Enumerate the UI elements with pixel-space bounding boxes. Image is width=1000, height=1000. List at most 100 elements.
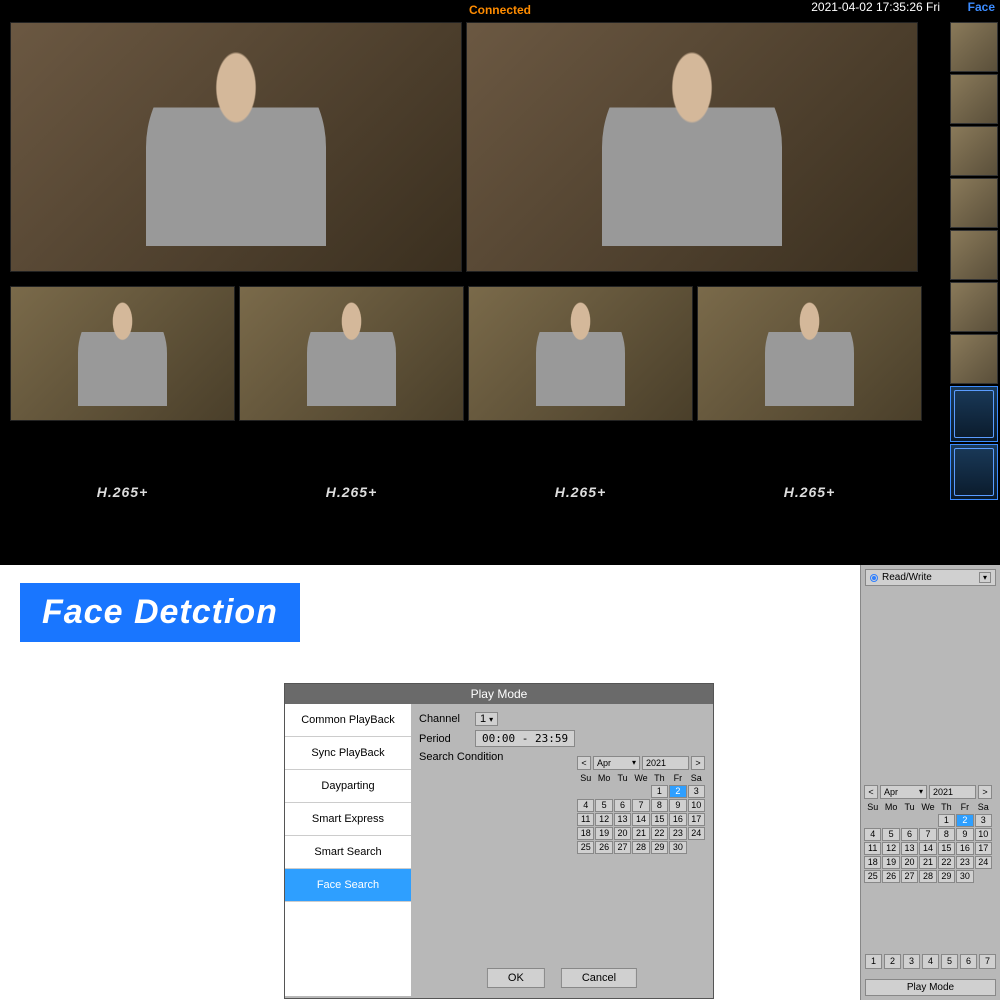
- cal-next-button[interactable]: >: [691, 756, 705, 770]
- face-scan-icon[interactable]: [950, 444, 998, 500]
- channel-box[interactable]: 5: [941, 954, 958, 969]
- cal-day[interactable]: 18: [577, 827, 594, 840]
- cal-day[interactable]: 19: [595, 827, 612, 840]
- cal-day[interactable]: 10: [688, 799, 705, 812]
- cal-day[interactable]: 21: [919, 856, 936, 869]
- cal-day[interactable]: 12: [882, 842, 899, 855]
- face-thumb[interactable]: [950, 22, 998, 72]
- face-thumb[interactable]: [950, 334, 998, 384]
- cal-day[interactable]: 23: [956, 856, 973, 869]
- cal-day[interactable]: 20: [901, 856, 918, 869]
- cal-day[interactable]: 13: [614, 813, 631, 826]
- cal-day[interactable]: 18: [864, 856, 881, 869]
- cal-prev-button[interactable]: <: [577, 756, 591, 770]
- cal-day[interactable]: 25: [864, 870, 881, 883]
- camera-slot-10[interactable]: H.265+: [697, 434, 922, 549]
- cal-day[interactable]: 7: [919, 828, 936, 841]
- camera-feed-1[interactable]: [10, 22, 462, 272]
- channel-box[interactable]: 1: [865, 954, 882, 969]
- cal-day[interactable]: 27: [614, 841, 631, 854]
- face-mode-label[interactable]: Face: [968, 0, 995, 14]
- cal-day[interactable]: 17: [688, 813, 705, 826]
- tab-smart-express[interactable]: Smart Express: [285, 803, 411, 836]
- tab-sync-playback[interactable]: Sync PlayBack: [285, 737, 411, 770]
- cal-day[interactable]: 7: [632, 799, 649, 812]
- cal-day[interactable]: 29: [938, 870, 955, 883]
- cal-day[interactable]: 28: [919, 870, 936, 883]
- cal-day[interactable]: 28: [632, 841, 649, 854]
- cal-day[interactable]: 1: [651, 785, 668, 798]
- cal-day[interactable]: 27: [901, 870, 918, 883]
- cal-day[interactable]: 8: [651, 799, 668, 812]
- cal-day[interactable]: 30: [956, 870, 973, 883]
- channel-box[interactable]: 3: [903, 954, 920, 969]
- cal-day[interactable]: 17: [975, 842, 992, 855]
- cal-day[interactable]: 11: [864, 842, 881, 855]
- cancel-button[interactable]: Cancel: [561, 968, 637, 988]
- cal-day[interactable]: 8: [938, 828, 955, 841]
- cal-day[interactable]: 1: [938, 814, 955, 827]
- cal-day[interactable]: 4: [577, 799, 594, 812]
- cal-day[interactable]: 6: [614, 799, 631, 812]
- cal-day[interactable]: 22: [651, 827, 668, 840]
- cal-day[interactable]: 9: [956, 828, 973, 841]
- cal-prev-button[interactable]: <: [864, 785, 878, 799]
- channel-box[interactable]: 6: [960, 954, 977, 969]
- tab-face-search[interactable]: Face Search: [285, 869, 411, 902]
- cal-day[interactable]: 10: [975, 828, 992, 841]
- period-input[interactable]: 00:00 - 23:59: [475, 730, 575, 747]
- cal-day[interactable]: 15: [651, 813, 668, 826]
- cal-day[interactable]: 15: [938, 842, 955, 855]
- channel-box[interactable]: 2: [884, 954, 901, 969]
- cal-day[interactable]: 21: [632, 827, 649, 840]
- cal-day[interactable]: 11: [577, 813, 594, 826]
- cal-day[interactable]: 20: [614, 827, 631, 840]
- channel-box[interactable]: 7: [979, 954, 996, 969]
- cal-day[interactable]: 23: [669, 827, 686, 840]
- cal-next-button[interactable]: >: [978, 785, 992, 799]
- cal-day[interactable]: 26: [882, 870, 899, 883]
- cal-day[interactable]: 14: [919, 842, 936, 855]
- camera-feed-3[interactable]: [10, 286, 235, 421]
- cal-day[interactable]: 4: [864, 828, 881, 841]
- cal-day[interactable]: 19: [882, 856, 899, 869]
- camera-feed-2[interactable]: [466, 22, 918, 272]
- readwrite-select[interactable]: Read/Write ▾: [865, 569, 996, 586]
- cal-day[interactable]: 6: [901, 828, 918, 841]
- cal-day[interactable]: 2: [669, 785, 686, 798]
- cal-day[interactable]: 26: [595, 841, 612, 854]
- cal-day[interactable]: 5: [595, 799, 612, 812]
- cal-day[interactable]: 13: [901, 842, 918, 855]
- cal-month-select[interactable]: Apr▾: [880, 785, 927, 799]
- cal-day[interactable]: 3: [975, 814, 992, 827]
- face-thumb[interactable]: [950, 126, 998, 176]
- cal-day[interactable]: 3: [688, 785, 705, 798]
- face-scan-icon[interactable]: [950, 386, 998, 442]
- cal-day[interactable]: 9: [669, 799, 686, 812]
- cal-year-select[interactable]: 2021: [642, 756, 689, 770]
- camera-feed-5[interactable]: [468, 286, 693, 421]
- face-thumb[interactable]: [950, 282, 998, 332]
- cal-day[interactable]: 5: [882, 828, 899, 841]
- cal-day[interactable]: 14: [632, 813, 649, 826]
- cal-day[interactable]: 30: [669, 841, 686, 854]
- tab-dayparting[interactable]: Dayparting: [285, 770, 411, 803]
- cal-month-select[interactable]: Apr▾: [593, 756, 640, 770]
- cal-year-select[interactable]: 2021: [929, 785, 976, 799]
- cal-day[interactable]: 24: [975, 856, 992, 869]
- cal-day[interactable]: 25: [577, 841, 594, 854]
- ok-button[interactable]: OK: [487, 968, 545, 988]
- cal-day[interactable]: 12: [595, 813, 612, 826]
- face-thumb[interactable]: [950, 178, 998, 228]
- cal-day[interactable]: 16: [956, 842, 973, 855]
- camera-slot-7[interactable]: H.265+: [10, 434, 235, 549]
- channel-box[interactable]: 4: [922, 954, 939, 969]
- channel-select[interactable]: 1▾: [475, 712, 498, 726]
- cal-day[interactable]: 16: [669, 813, 686, 826]
- cal-day[interactable]: 24: [688, 827, 705, 840]
- play-mode-label[interactable]: Play Mode: [865, 979, 996, 996]
- face-thumb[interactable]: [950, 230, 998, 280]
- camera-feed-6[interactable]: [697, 286, 922, 421]
- cal-day[interactable]: 22: [938, 856, 955, 869]
- camera-feed-4[interactable]: [239, 286, 464, 421]
